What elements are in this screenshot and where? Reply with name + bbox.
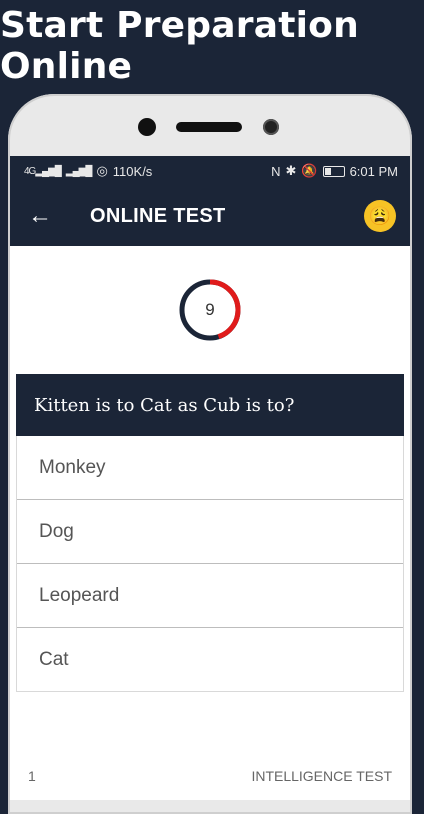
option-2[interactable]: Dog [17, 500, 403, 564]
footer: 1 INTELLIGENCE TEST [10, 768, 410, 784]
front-camera [138, 118, 156, 136]
answer-options: Monkey Dog Leopeard Cat [16, 436, 404, 692]
countdown-timer: 9 [178, 278, 242, 342]
timer-value: 9 [205, 300, 215, 319]
app-bar: ← ONLINE TEST 😩 [10, 186, 410, 246]
question-text: Kitten is to Cat as Cub is to? [16, 374, 404, 436]
option-4[interactable]: Cat [17, 628, 403, 691]
page-title: ONLINE TEST [90, 204, 226, 227]
question-number: 1 [28, 768, 36, 784]
nfc-icon: N [271, 163, 281, 179]
status-bar: 4G▂▄▆█ ▂▄▆█ ◎ 110K/s N ✱ 🔕 6:01 PM [10, 156, 410, 186]
signal-icon: 4G▂▄▆█ [24, 165, 62, 177]
clock: 6:01 PM [349, 163, 398, 179]
battery-icon [322, 165, 345, 177]
arrow-left-icon[interactable]: ← [28, 202, 72, 230]
network-speed: 110K/s [112, 163, 153, 179]
signal-icon-2: ▂▄▆█ [65, 165, 93, 177]
hotspot-icon: ◎ [96, 163, 108, 178]
bluetooth-icon: ✱ [285, 163, 297, 178]
app-screen: 4G▂▄▆█ ▂▄▆█ ◎ 110K/s N ✱ 🔕 6:01 PM ← ONL… [10, 156, 410, 800]
proximity-sensor [263, 119, 279, 135]
mute-bell-icon: 🔕 [301, 163, 318, 178]
weary-face-icon[interactable]: 😩 [364, 200, 396, 232]
status-left: 4G▂▄▆█ ▂▄▆█ ◎ 110K/s [24, 163, 152, 179]
test-category: INTELLIGENCE TEST [251, 768, 392, 784]
status-right: N ✱ 🔕 6:01 PM [271, 163, 398, 179]
promo-headline: Start Preparation Online [0, 5, 359, 87]
timer-area: 9 [10, 246, 410, 374]
option-3[interactable]: Leopeard [17, 564, 403, 628]
earpiece-speaker [176, 122, 242, 132]
option-1[interactable]: Monkey [17, 436, 403, 500]
